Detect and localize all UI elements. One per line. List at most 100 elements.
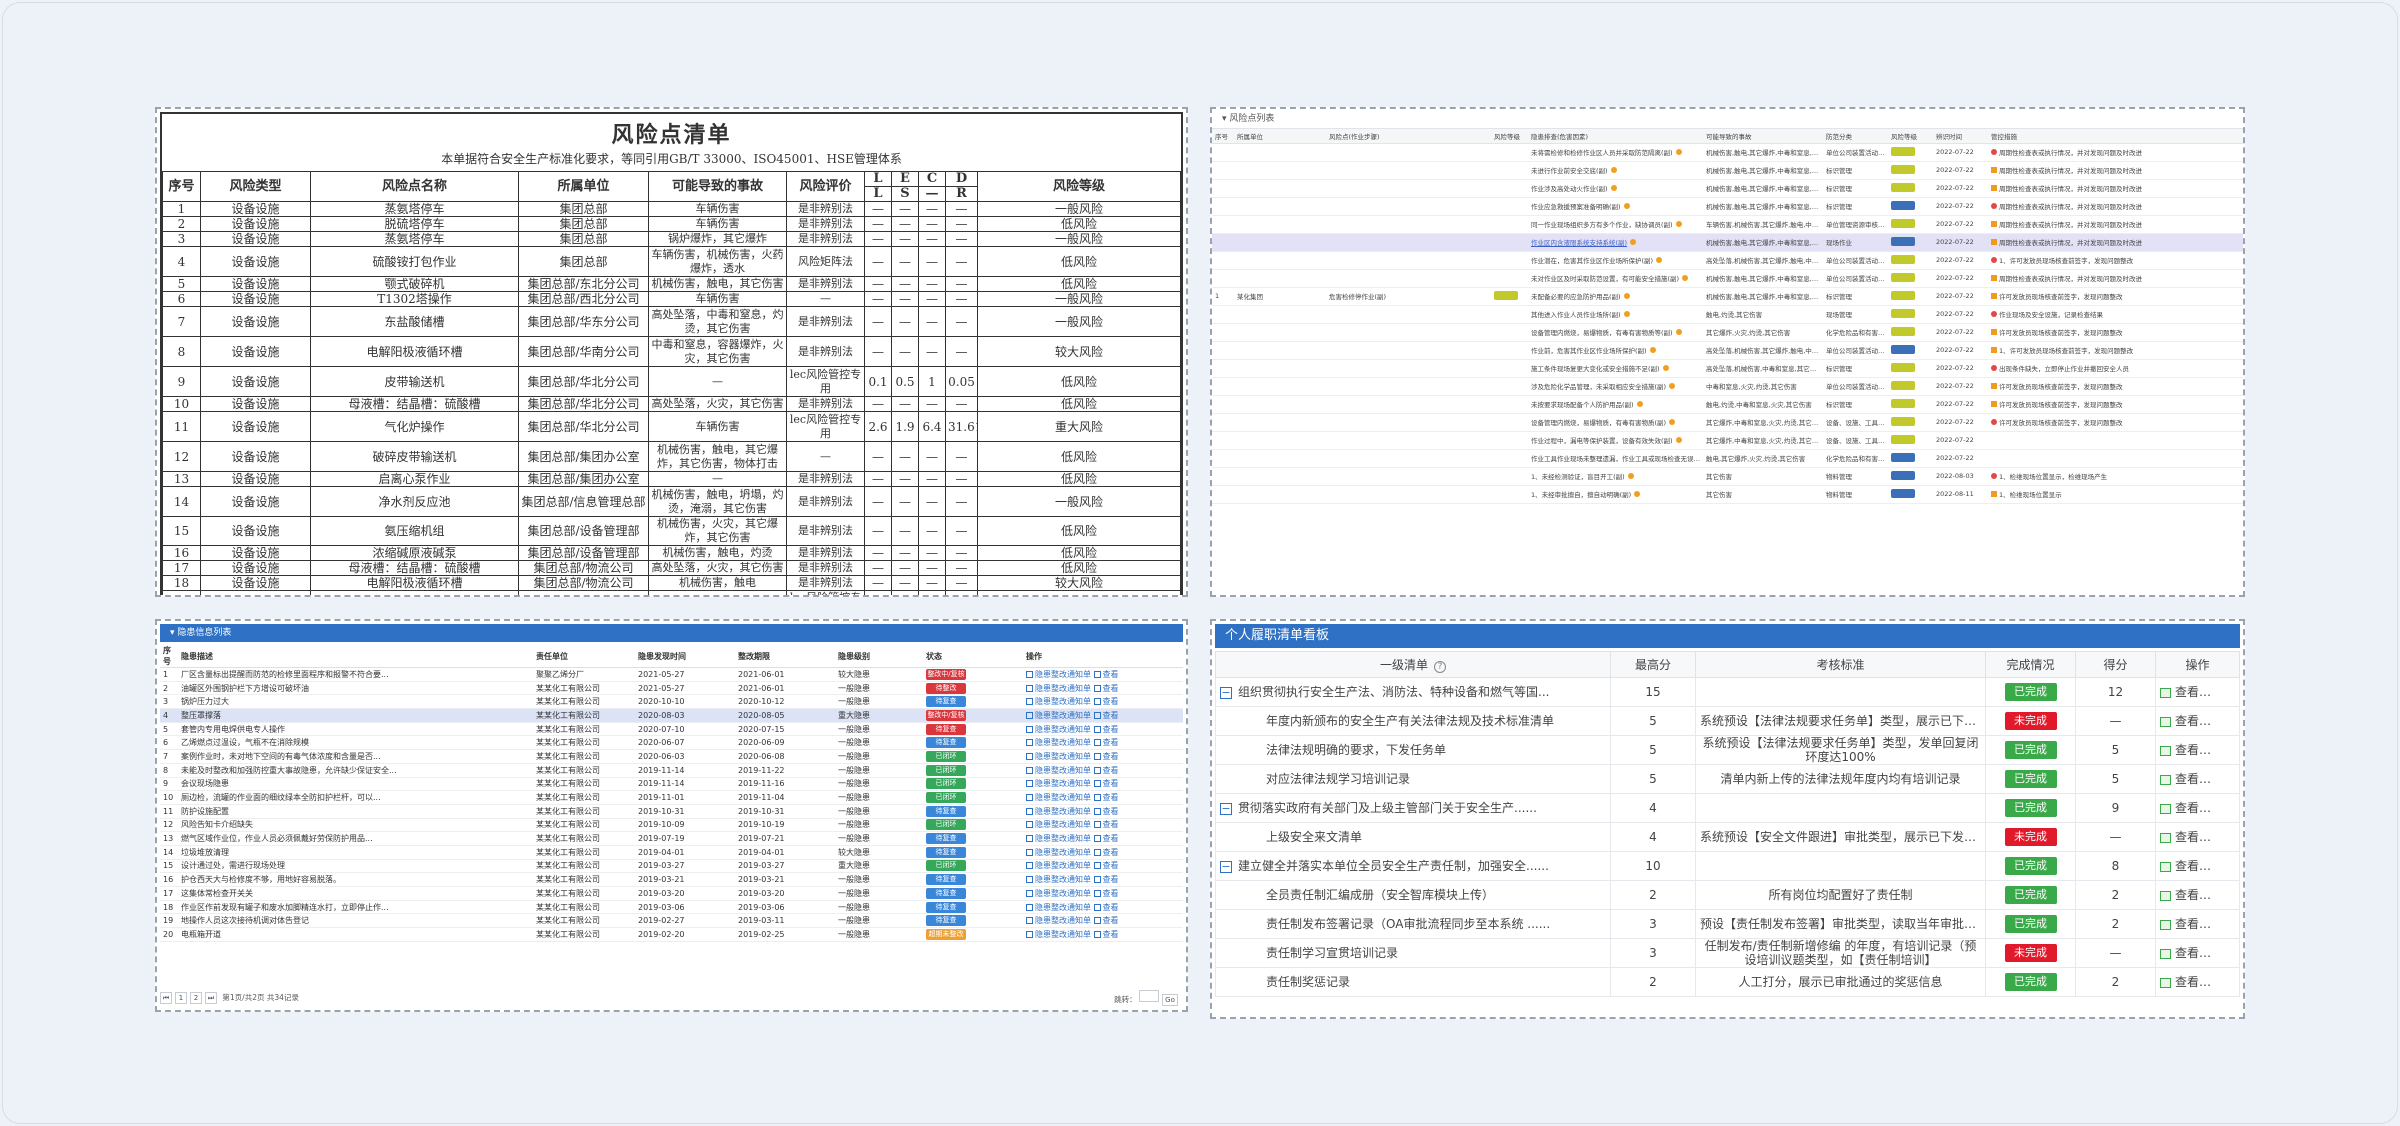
- hazard-text[interactable]: 未配备必要的应急防护用品(副): [1531, 293, 1621, 301]
- view-link[interactable]: 查看: [1103, 889, 1119, 898]
- view-link[interactable]: 查看: [1103, 930, 1119, 939]
- hazard-text[interactable]: 未将需检修和检修作业区人员并采取防范隔离(副): [1531, 149, 1673, 157]
- view-link[interactable]: 查看: [1103, 725, 1119, 734]
- cell-name: 电解阳极液循环槽: [310, 590, 519, 595]
- view-link[interactable]: 查看: [1103, 670, 1119, 679]
- hazard-text[interactable]: 其他进入作业人员作业场所(副): [1531, 311, 1621, 319]
- collapse-icon[interactable]: −: [1220, 803, 1232, 815]
- rectify-notice-link[interactable]: 隐患整改通知单: [1035, 848, 1091, 857]
- pager-last-button[interactable]: ⏭: [205, 992, 217, 1004]
- cell-unit: [1234, 269, 1326, 288]
- view-link[interactable]: 查看: [1103, 834, 1119, 843]
- help-icon[interactable]: ?: [1434, 661, 1446, 673]
- pager-page-1[interactable]: 1: [175, 992, 187, 1004]
- hazard-text[interactable]: 作业区内含液限系统支持系统(副): [1531, 239, 1627, 247]
- exec-button[interactable]: 执行: [2213, 946, 2239, 960]
- pager-first-button[interactable]: ⏮: [160, 992, 172, 1004]
- view-button[interactable]: 查看: [2160, 888, 2199, 902]
- rectify-notice-link[interactable]: 隐患整改通知单: [1035, 916, 1091, 925]
- hazard-text[interactable]: 未对作业区及时采取防范设置，有可能安全措施(副): [1531, 275, 1679, 283]
- view-link[interactable]: 查看: [1103, 903, 1119, 912]
- rectify-notice-link[interactable]: 隐患整改通知单: [1035, 766, 1091, 775]
- hazard-text[interactable]: 未按要求现场配备个人防护用品(副): [1531, 401, 1634, 409]
- rectify-notice-link[interactable]: 隐患整改通知单: [1035, 834, 1091, 843]
- view-link[interactable]: 查看: [1103, 766, 1119, 775]
- rectify-notice-link[interactable]: 隐患整改通知单: [1035, 889, 1091, 898]
- view-link[interactable]: 查看: [1103, 861, 1119, 870]
- view-button[interactable]: 查看: [2160, 801, 2199, 815]
- rectify-notice-link[interactable]: 隐患整改通知单: [1035, 861, 1091, 870]
- exec-button[interactable]: 执行: [2213, 801, 2239, 815]
- hazard-text[interactable]: 涉及危险化学品管理，未采取相应安全措施(副): [1531, 383, 1666, 391]
- pager-jump-input[interactable]: [1139, 990, 1159, 1002]
- view-link[interactable]: 查看: [1103, 807, 1119, 816]
- view-button[interactable]: 查看: [2160, 772, 2199, 786]
- view-link[interactable]: 查看: [1103, 793, 1119, 802]
- notice-icon: [1026, 780, 1033, 788]
- hazard-text[interactable]: 1、未经审批擅自，擅自动明确(副): [1531, 491, 1631, 499]
- hazard-text[interactable]: 作业过程中，漏电等保护装置，设备有效失效(副): [1531, 437, 1673, 445]
- collapse-icon[interactable]: −: [1220, 861, 1232, 873]
- exec-button[interactable]: 执行: [2213, 859, 2239, 873]
- exec-button[interactable]: 执行: [2213, 888, 2239, 902]
- rectify-notice-link[interactable]: 隐患整改通知单: [1035, 875, 1091, 884]
- rectify-notice-link[interactable]: 隐患整改通知单: [1035, 711, 1091, 720]
- exec-button[interactable]: 执行: [2213, 743, 2239, 757]
- rectify-notice-link[interactable]: 隐患整改通知单: [1035, 670, 1091, 679]
- view-link[interactable]: 查看: [1103, 697, 1119, 706]
- rectify-notice-link[interactable]: 隐患整改通知单: [1035, 930, 1091, 939]
- view-button[interactable]: 查看: [2160, 946, 2199, 960]
- hazard-text[interactable]: 施工条件现场复更大变化或安全措施不足(副): [1531, 365, 1660, 373]
- view-button[interactable]: 查看: [2160, 859, 2199, 873]
- view-link[interactable]: 查看: [1103, 916, 1119, 925]
- view-button[interactable]: 查看: [2160, 975, 2199, 989]
- view-link[interactable]: 查看: [1103, 752, 1119, 761]
- view-button[interactable]: 查看: [2160, 917, 2199, 931]
- hazard-text[interactable]: 作业潜在，危害其作业区作业场所保护(副): [1531, 257, 1653, 265]
- view-button[interactable]: 查看: [2160, 743, 2199, 757]
- view-button[interactable]: 查看: [2160, 714, 2199, 728]
- rectify-notice-link[interactable]: 隐患整改通知单: [1035, 752, 1091, 761]
- hazard-text[interactable]: 作业前，危害其作业区作业场所保护(副): [1531, 347, 1647, 355]
- exec-button[interactable]: 执行: [2213, 685, 2239, 699]
- hazard-text[interactable]: 同一作业现场组织多方有多个作业，缺协调员(副): [1531, 221, 1673, 229]
- hazard-text[interactable]: 作业应急救援预案准备明确(副): [1531, 203, 1621, 211]
- view-button[interactable]: 查看: [2160, 685, 2199, 699]
- pager-go-button[interactable]: Go: [1162, 994, 1178, 1006]
- exec-button[interactable]: 执行: [2213, 714, 2239, 728]
- cell-status: 已完成: [1985, 793, 2076, 823]
- rectify-notice-link[interactable]: 隐患整改通知单: [1035, 807, 1091, 816]
- rectify-notice-link[interactable]: 隐患整改通知单: [1035, 793, 1091, 802]
- pager-page-2[interactable]: 2: [190, 992, 202, 1004]
- th-score: 得分: [2075, 651, 2156, 678]
- rectify-notice-link[interactable]: 隐患整改通知单: [1035, 684, 1091, 693]
- view-link[interactable]: 查看: [1103, 711, 1119, 720]
- view-button[interactable]: 查看: [2160, 830, 2199, 844]
- view-link[interactable]: 查看: [1103, 875, 1119, 884]
- hazard-text[interactable]: 作业涉及高处动火作业(副): [1531, 185, 1608, 193]
- rectify-notice-link[interactable]: 隐患整改通知单: [1035, 820, 1091, 829]
- hazard-text[interactable]: 未进行作业前安全交底(副): [1531, 167, 1608, 175]
- view-link[interactable]: 查看: [1103, 684, 1119, 693]
- cell-desc: 乙烯燃点过温设，气瓶不在消除规模: [178, 735, 533, 751]
- measure-text: 周期性检查表或执行情况，并对发现问题及时改进: [1999, 221, 2142, 229]
- rectify-notice-link[interactable]: 隐患整改通知单: [1035, 697, 1091, 706]
- hazard-text[interactable]: 作业工具作业现场未整理遗漏，作业工具或现场检查无误差(副): [1531, 455, 1703, 463]
- exec-button[interactable]: 执行: [2213, 917, 2239, 931]
- hazard-text[interactable]: 设备管理内燃烧，易爆物质，有毒有害物质等(副): [1531, 329, 1673, 337]
- view-link[interactable]: 查看: [1103, 820, 1119, 829]
- rectify-notice-link[interactable]: 隐患整改通知单: [1035, 903, 1091, 912]
- rectify-notice-link[interactable]: 隐患整改通知单: [1035, 779, 1091, 788]
- exec-button[interactable]: 执行: [2213, 830, 2239, 844]
- collapse-icon[interactable]: −: [1220, 687, 1232, 699]
- exec-button[interactable]: 执行: [2213, 975, 2239, 989]
- hazard-text[interactable]: 设备管理内燃烧，易爆物质，有毒有害物质(副): [1531, 419, 1666, 427]
- hazard-text[interactable]: 1、未经检测验证，盲目开工(副): [1531, 473, 1625, 481]
- view-link[interactable]: 查看: [1103, 738, 1119, 747]
- view-link[interactable]: 查看: [1103, 779, 1119, 788]
- exec-button[interactable]: 执行: [2213, 772, 2239, 786]
- rectify-notice-link[interactable]: 隐患整改通知单: [1035, 738, 1091, 747]
- rectify-notice-link[interactable]: 隐患整改通知单: [1035, 725, 1091, 734]
- cell-desc: 会议现场隐患: [178, 777, 533, 792]
- view-link[interactable]: 查看: [1103, 848, 1119, 857]
